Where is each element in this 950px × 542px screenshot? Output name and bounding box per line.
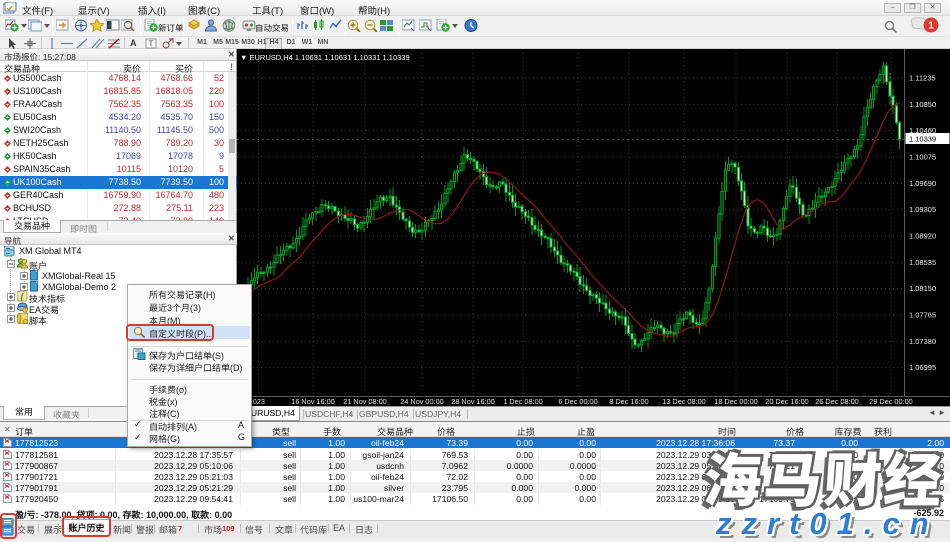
svg-text:1.06995: 1.06995 xyxy=(909,363,936,372)
svg-text:18 Dec 00:00: 18 Dec 00:00 xyxy=(714,397,757,406)
svg-text:26 Dec 08:00: 26 Dec 08:00 xyxy=(815,397,858,406)
svg-text:28 Nov 16:00: 28 Nov 16:00 xyxy=(451,397,494,406)
svg-text:1.10075: 1.10075 xyxy=(909,153,936,162)
svg-text:1.08150: 1.08150 xyxy=(909,284,936,293)
svg-text:29 Dec 00:00: 29 Dec 00:00 xyxy=(869,397,912,406)
svg-text:1 Dec 08:00: 1 Dec 08:00 xyxy=(503,397,542,406)
svg-text:1.09305: 1.09305 xyxy=(909,205,936,214)
svg-text:1: 1 xyxy=(928,21,934,32)
svg-text:1.08535: 1.08535 xyxy=(909,258,936,267)
svg-text:16 Nov 16:00: 16 Nov 16:00 xyxy=(291,397,334,406)
svg-text:T: T xyxy=(149,40,154,49)
svg-text:1.10339: 1.10339 xyxy=(909,135,936,144)
svg-text:20 Dec 16:00: 20 Dec 16:00 xyxy=(765,397,808,406)
svg-text:1.09690: 1.09690 xyxy=(909,179,936,188)
svg-text:1.07380: 1.07380 xyxy=(909,337,936,346)
svg-text:1.07765: 1.07765 xyxy=(909,311,936,320)
svg-text:13 Dec 08:00: 13 Dec 08:00 xyxy=(662,397,705,406)
svg-text:▼ EURUSD,H4 1.10631 1.10631 1: ▼ EURUSD,H4 1.10631 1.10631 1.10331 1.10… xyxy=(240,53,410,62)
svg-text:21 Nov 08:00: 21 Nov 08:00 xyxy=(343,397,386,406)
svg-text:1.08920: 1.08920 xyxy=(909,232,936,241)
svg-text:1.10850: 1.10850 xyxy=(909,100,936,109)
svg-text:1.11235: 1.11235 xyxy=(909,74,936,83)
svg-text:6 Dec 00:00: 6 Dec 00:00 xyxy=(558,397,597,406)
svg-text:24 Nov 00:00: 24 Nov 00:00 xyxy=(400,397,443,406)
svg-text:8 Dec 16:00: 8 Dec 16:00 xyxy=(609,397,648,406)
